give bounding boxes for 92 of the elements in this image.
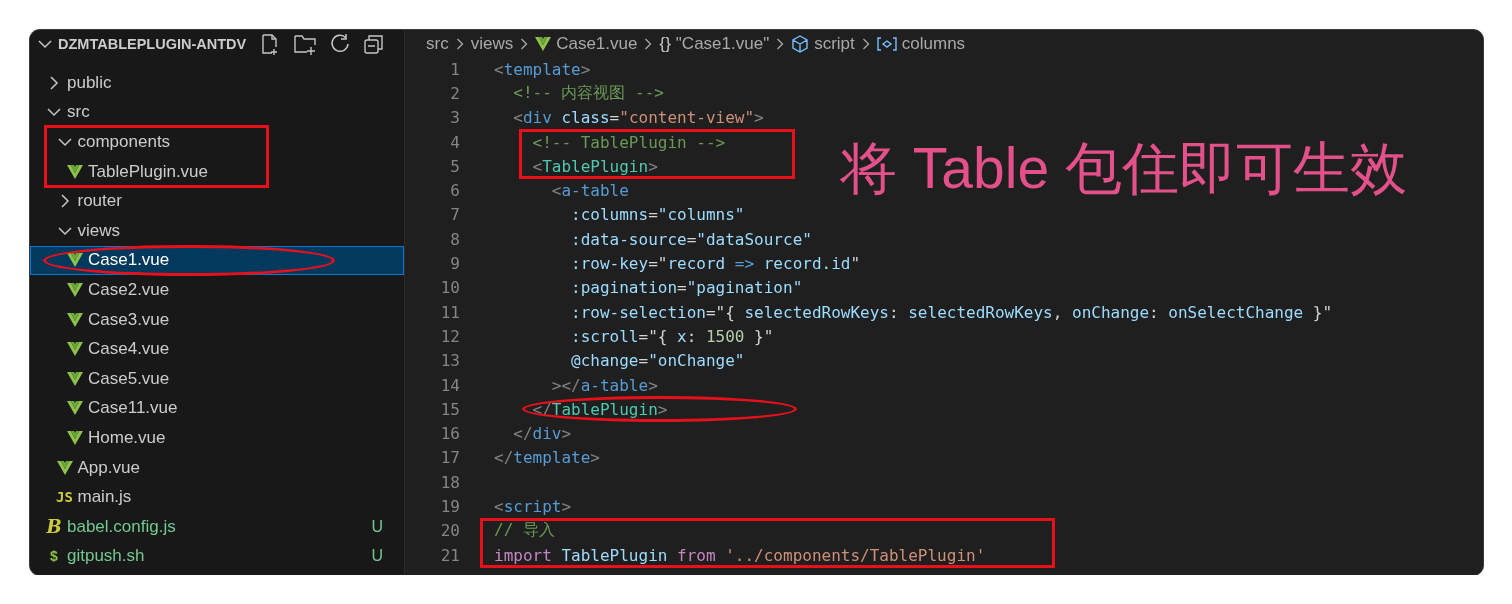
breadcrumb-item[interactable]: script [791, 33, 855, 54]
vue-icon [67, 401, 83, 416]
chevron-right-icon [644, 37, 653, 50]
line-number: 21 [439, 545, 460, 565]
tree-item[interactable]: Case2.vue [30, 275, 404, 305]
tree-item[interactable]: router [30, 186, 404, 216]
tree-item[interactable]: Case3.vue [30, 304, 404, 335]
code-line: :data-source="dataSource" [571, 229, 812, 249]
cube-icon [791, 34, 810, 53]
js-icon: JS [56, 489, 73, 506]
line-number: 18 [439, 472, 460, 492]
code-line: <!-- 内容视图 --> [513, 82, 664, 104]
new-folder-icon [293, 33, 317, 55]
explorer-title: DZMTABLEPLUGIN-ANTDV [58, 36, 247, 52]
line-number: 15 [439, 399, 460, 419]
vue-icon [67, 430, 83, 445]
line-number: 14 [439, 375, 460, 395]
tree-item[interactable]: App.vue [30, 452, 404, 483]
line-number: 3 [449, 108, 460, 128]
tree-item[interactable]: views [30, 215, 404, 246]
tree-item[interactable]: Case4.vue [30, 334, 404, 364]
code-line: // 导入 [494, 520, 555, 542]
code-line: <a-table [551, 181, 629, 201]
vue-icon [67, 253, 83, 268]
vue-icon [67, 371, 83, 386]
code-line: :row-key="record => record.id" [571, 254, 861, 273]
tree-item[interactable]: B babel.config.js U [30, 511, 404, 542]
code-line: <template> [494, 59, 591, 79]
collapse-all-icon [363, 33, 385, 55]
vue-icon [56, 460, 73, 475]
tree-item[interactable]: Case5.vue [30, 363, 404, 394]
chevron-right-icon [776, 37, 785, 50]
breadcrumb-item[interactable]: views [470, 33, 514, 54]
tree-item[interactable]: Case11.vue [30, 393, 404, 424]
tree-item[interactable]: Home.vue [30, 423, 404, 453]
chevron-right-icon [520, 37, 529, 50]
code-line: import TablePlugin from '../components/TablePlugin' [494, 545, 986, 565]
chevron-right-icon [861, 37, 870, 50]
line-number: 20 [439, 521, 460, 541]
tree-item[interactable]: $ gitpush.sh U [30, 541, 404, 572]
line-number: 2 [449, 83, 460, 103]
line-number: 13 [439, 351, 460, 371]
breadcrumb-item[interactable]: Case1.vue [535, 33, 638, 54]
tree-item[interactable]: TablePlugin.vue [30, 156, 404, 187]
annotation-caption: 将 Table 包住即可生效 [840, 135, 1407, 202]
line-number: 4 [449, 132, 460, 152]
line-number: 19 [439, 497, 460, 516]
line-number: 7 [449, 205, 460, 225]
vue-icon [67, 164, 83, 179]
code-line: <!-- TablePlugin --> [532, 132, 726, 152]
breadcrumb-item[interactable]: columns [876, 33, 966, 54]
code-line: <div class="content-view"> [513, 108, 764, 128]
line-number: 17 [439, 448, 460, 468]
chevron-down-icon [38, 39, 52, 49]
code-line: </div> [513, 424, 572, 444]
tree-item[interactable]: src [30, 97, 404, 128]
line-number: 9 [449, 254, 460, 273]
code-line: :scroll="{ x: 1500 }" [571, 326, 774, 346]
code-line: :columns="columns" [571, 205, 745, 225]
code-line: :pagination="pagination" [571, 278, 803, 298]
code-line: </TablePlugin> [532, 399, 668, 419]
line-number: 5 [449, 156, 460, 176]
line-number: 8 [449, 229, 460, 249]
git-status: U [371, 547, 384, 566]
babel-icon: B [46, 516, 62, 538]
variable-icon [876, 35, 897, 52]
line-number: 11 [439, 302, 460, 322]
tree-item[interactable]: components [30, 127, 404, 157]
code-line: <script> [494, 497, 572, 516]
code-line: <TablePlugin> [532, 156, 658, 176]
breadcrumb-item[interactable]: {} "Case1.vue" [659, 33, 770, 54]
tree-item[interactable]: JS main.js [30, 482, 404, 512]
vue-icon [67, 282, 83, 297]
dollar-icon: $ [50, 548, 58, 565]
line-number: 16 [439, 424, 460, 444]
code-line: :row-selection="{ selectedRowKeys: selectedRowKeys, onChange: onSelectChange }" [571, 302, 1333, 322]
line-number: 10 [439, 278, 460, 298]
code-line: </template> [494, 448, 600, 468]
line-number: 1 [449, 59, 460, 79]
git-status: U [371, 517, 384, 536]
tree-item[interactable]: Case1.vue [30, 245, 404, 276]
line-number: 12 [439, 326, 460, 346]
code-line: ></a-table> [551, 375, 658, 395]
code-line: @change="onChange" [571, 351, 745, 371]
breadcrumb-item[interactable]: src [426, 33, 449, 54]
vue-icon [67, 342, 83, 357]
vue-icon [67, 312, 83, 327]
refresh-icon [329, 33, 351, 55]
chevron-right-icon [455, 37, 464, 50]
vue-icon [535, 36, 552, 51]
line-number: 6 [449, 181, 460, 201]
tree-item[interactable]: public [30, 68, 404, 98]
